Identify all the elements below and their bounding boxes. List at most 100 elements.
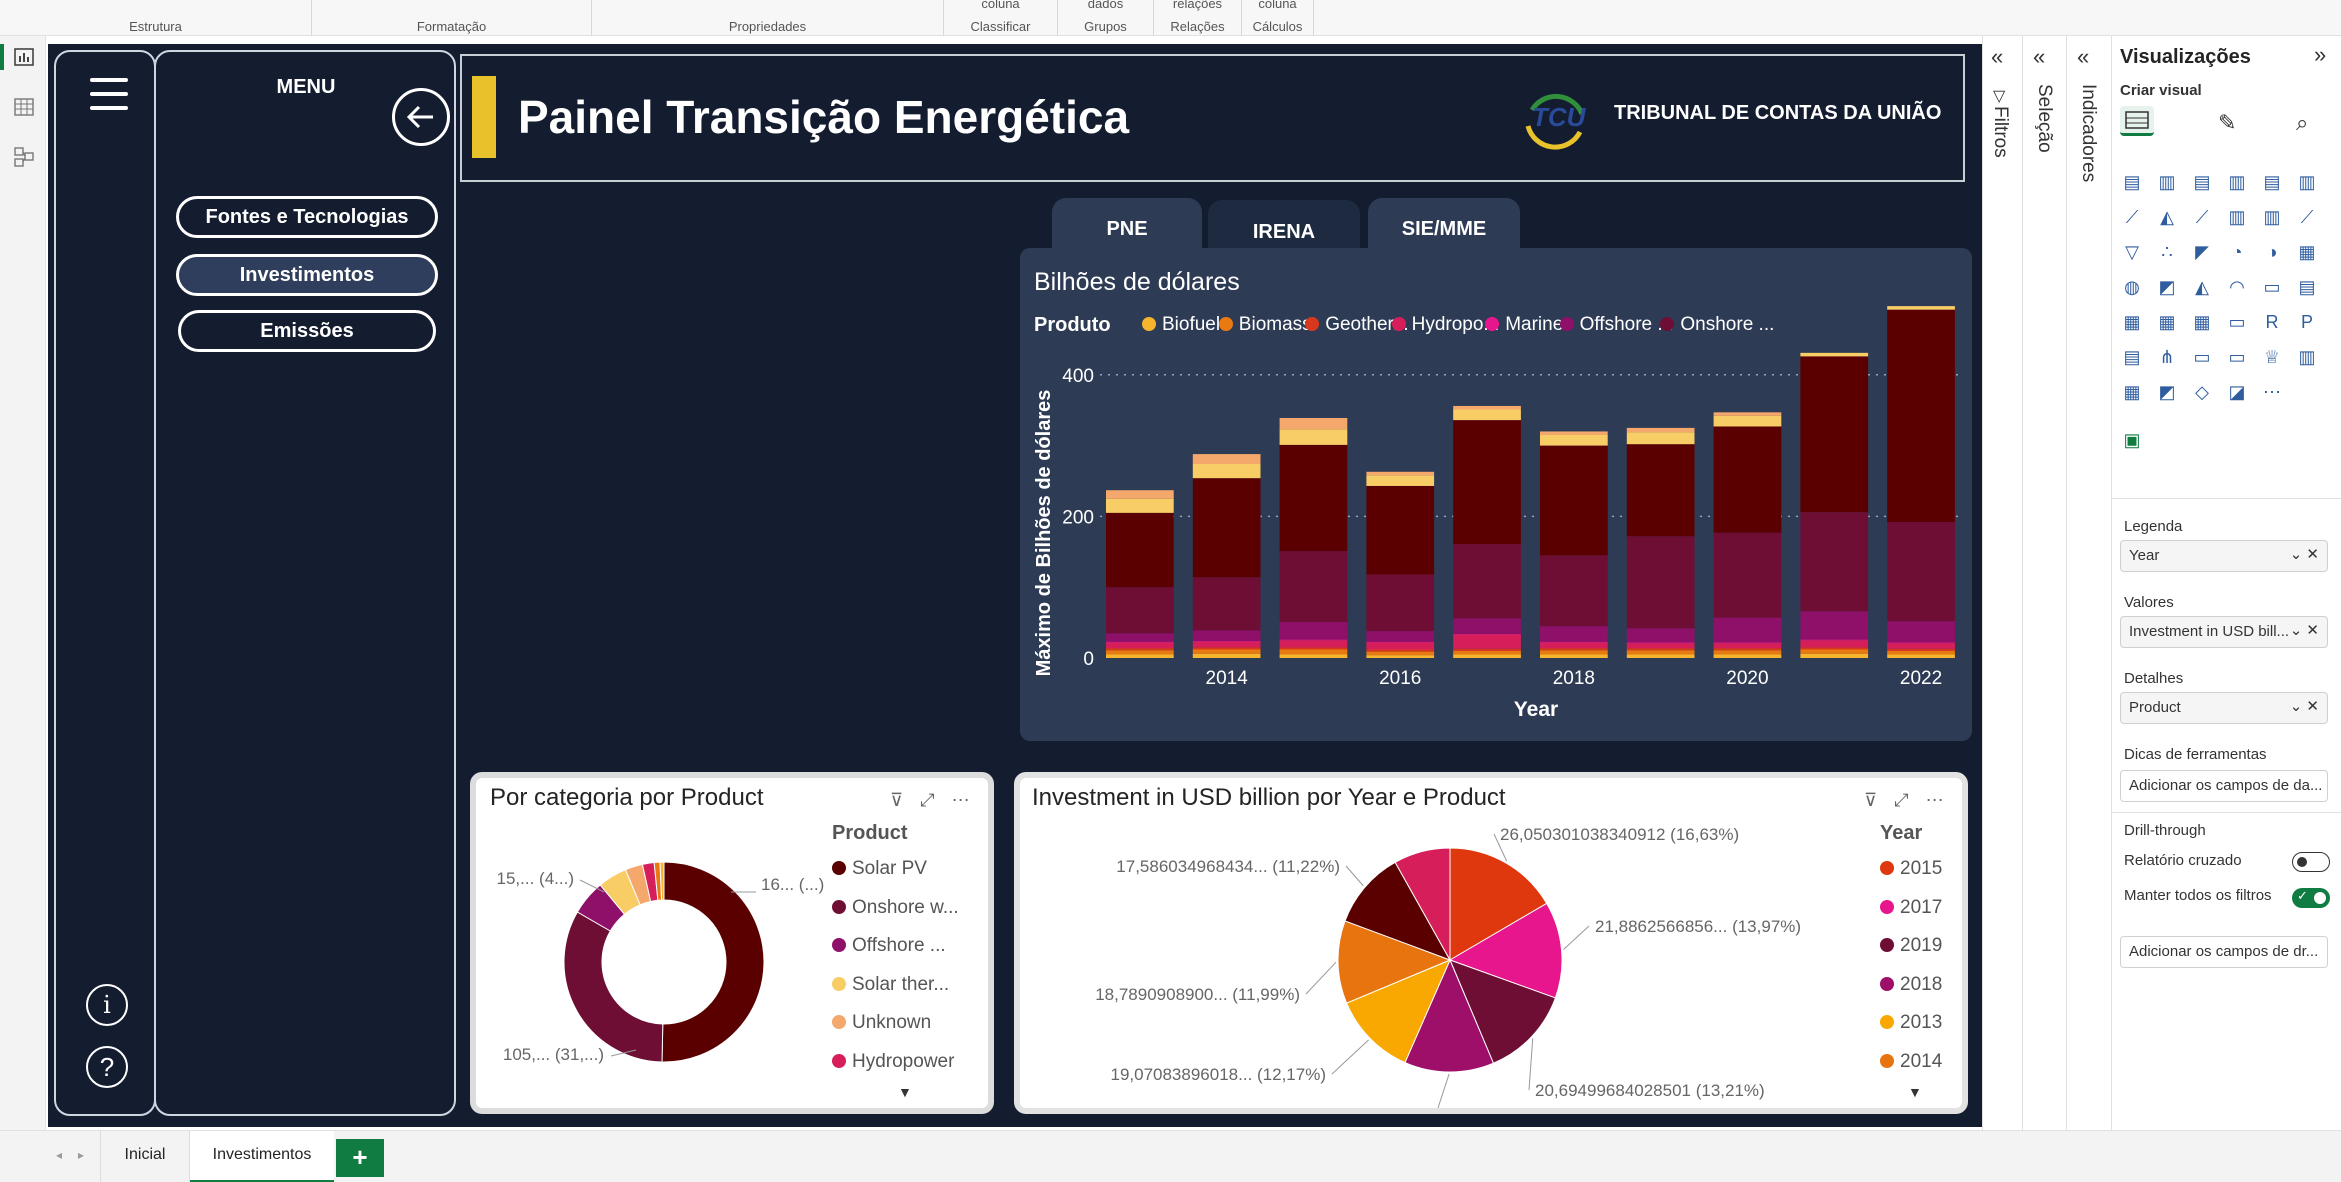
legend-scroll-down-icon[interactable]: ▼ xyxy=(1908,1084,1922,1100)
values-well[interactable]: Investment in USD bill... ⌄ ✕ xyxy=(2120,616,2328,648)
analytics-icon[interactable]: ⌕ xyxy=(2296,110,2308,136)
bar-segment[interactable] xyxy=(1192,647,1261,650)
more-options-icon[interactable]: ⋯ xyxy=(1926,790,1944,810)
selection-pane-collapsed[interactable]: « Seleção xyxy=(2022,36,2066,1130)
visual-type-icon[interactable]: ◇ xyxy=(2190,380,2214,404)
bar-segment[interactable] xyxy=(1713,642,1782,644)
bar-segment[interactable] xyxy=(1626,444,1695,537)
visual-type-icon[interactable]: ▥ xyxy=(2260,205,2284,229)
pie-card[interactable]: Investment in USD billion por Year e Pro… xyxy=(1014,772,1968,1114)
bar-segment[interactable] xyxy=(1540,642,1608,649)
bar-segment[interactable] xyxy=(1626,427,1695,433)
bar-segment[interactable] xyxy=(1366,655,1435,658)
bar-segment[interactable] xyxy=(1713,412,1782,416)
bar-segment[interactable] xyxy=(1453,405,1521,410)
chevron-remove-icon[interactable]: ⌄ ✕ xyxy=(2290,545,2319,563)
back-arrow-icon[interactable] xyxy=(392,88,450,146)
bar-segment[interactable] xyxy=(1713,654,1782,658)
bar-segment[interactable] xyxy=(1453,650,1521,655)
bar-segment[interactable] xyxy=(1192,641,1261,642)
details-well[interactable]: Product ⌄ ✕ xyxy=(2120,692,2328,724)
menu-item-emissoes[interactable]: Emissões xyxy=(178,310,436,352)
bookmarks-label[interactable]: Indicadores xyxy=(2077,84,2099,182)
bar-segment[interactable] xyxy=(1800,611,1869,640)
bar-segment[interactable] xyxy=(1887,642,1955,644)
bar-segment[interactable] xyxy=(1713,532,1782,618)
bar-segment[interactable] xyxy=(1192,641,1261,648)
bar-segment[interactable] xyxy=(1192,464,1261,479)
ribbon-group-grupos[interactable]: dados Grupos xyxy=(1058,0,1154,36)
visual-type-icon[interactable]: ▦ xyxy=(2120,380,2144,404)
bar-segment[interactable] xyxy=(1800,649,1869,654)
expand-bookmarks-icon[interactable]: « xyxy=(2077,44,2089,70)
bar-segment[interactable] xyxy=(1279,639,1348,641)
filters-label[interactable]: Filtros xyxy=(1989,106,2011,158)
bar-segment[interactable] xyxy=(1106,498,1174,513)
donut-card[interactable]: Por categoria por Product ⊽ ⤢ ⋯ 16... (.… xyxy=(470,772,994,1114)
bar-segment[interactable] xyxy=(1366,649,1435,652)
bar-segment[interactable] xyxy=(1713,617,1782,643)
visual-type-icon[interactable]: ◩ xyxy=(2155,275,2179,299)
bar-segment[interactable] xyxy=(1279,647,1348,650)
pie-legend-item[interactable]: 2017 xyxy=(1880,897,1942,919)
bar-segment[interactable] xyxy=(1453,409,1521,421)
add-page-button[interactable]: + xyxy=(336,1139,384,1177)
report-view-icon[interactable] xyxy=(12,46,36,70)
bar-segment[interactable] xyxy=(1366,651,1435,656)
bar-segment[interactable] xyxy=(1887,648,1955,651)
bar-segment[interactable] xyxy=(1366,641,1435,643)
bar-segment[interactable] xyxy=(1626,536,1695,629)
hamburger-icon[interactable] xyxy=(90,78,128,110)
donut-legend-item[interactable]: Onshore w... xyxy=(832,897,959,919)
bar-segment[interactable] xyxy=(1887,650,1955,655)
bar-segment[interactable] xyxy=(1800,647,1869,650)
visual-type-icon[interactable]: ◤ xyxy=(2190,240,2214,264)
bar-segment[interactable] xyxy=(1540,434,1608,446)
tooltips-well[interactable]: Adicionar os campos de da... xyxy=(2120,770,2328,802)
bar-segment[interactable] xyxy=(1800,639,1869,641)
filter-icon[interactable]: ⊽ xyxy=(890,790,903,810)
bar-segment[interactable] xyxy=(1279,654,1348,658)
bar-segment[interactable] xyxy=(1192,630,1261,642)
visual-type-icon[interactable]: ◑ xyxy=(2260,240,2284,264)
bar-segment[interactable] xyxy=(1279,444,1348,552)
visual-type-icon[interactable]: ▭ xyxy=(2225,310,2249,334)
bar-segment[interactable] xyxy=(1106,648,1174,651)
bar-segment[interactable] xyxy=(1713,648,1782,651)
bar-segment[interactable] xyxy=(1626,642,1695,644)
bar-segment[interactable] xyxy=(1366,475,1435,486)
bar-segment[interactable] xyxy=(1887,309,1955,523)
visual-type-icon[interactable]: ▤ xyxy=(2120,345,2144,369)
ribbon-top-label[interactable]: relações xyxy=(1154,0,1241,11)
visual-type-icon[interactable]: R xyxy=(2260,310,2284,334)
focus-mode-icon[interactable]: ⤢ xyxy=(1894,790,1908,810)
ribbon-group-relacoes[interactable]: relações Relações xyxy=(1154,0,1242,36)
visual-type-icon[interactable]: ▥ xyxy=(2225,205,2249,229)
bar-segment[interactable] xyxy=(1540,555,1608,627)
ribbon-group-calculos[interactable]: coluna Cálculos xyxy=(1242,0,1314,36)
bar-segment[interactable] xyxy=(1626,650,1695,655)
pie-legend-item[interactable]: 2013 xyxy=(1880,1012,1942,1034)
bar-segment[interactable] xyxy=(1800,352,1869,357)
main-chart-card[interactable]: Bilhões de dólares Produto Biofuels Bioma… xyxy=(1020,248,1972,741)
bar-segment[interactable] xyxy=(1453,420,1521,545)
visual-type-icon[interactable]: ◔ xyxy=(2225,240,2249,264)
pie-legend-item[interactable]: 2015 xyxy=(1880,858,1942,880)
visual-type-icon[interactable]: ▭ xyxy=(2225,345,2249,369)
visual-type-icon[interactable]: ⟋ xyxy=(2295,205,2319,229)
expand-filters-icon[interactable]: « xyxy=(1991,44,2003,70)
bar-segment[interactable] xyxy=(1887,522,1955,622)
ribbon-top-label[interactable]: coluna xyxy=(1242,0,1313,11)
pie-legend-item[interactable]: 2019 xyxy=(1880,935,1942,957)
donut-legend-item[interactable]: Unknown xyxy=(832,1012,931,1034)
bar-segment[interactable] xyxy=(1540,641,1608,643)
bar-segment[interactable] xyxy=(1106,641,1174,643)
visual-type-icon[interactable]: ▭ xyxy=(2190,345,2214,369)
bar-segment[interactable] xyxy=(1540,445,1608,556)
help-icon[interactable]: ? xyxy=(86,1046,128,1088)
bar-segment[interactable] xyxy=(1192,478,1261,578)
visual-type-icon[interactable]: ▥ xyxy=(2295,170,2319,194)
bar-segment[interactable] xyxy=(1713,426,1782,533)
visual-type-icon[interactable]: ◭ xyxy=(2155,205,2179,229)
bar-segment[interactable] xyxy=(1713,650,1782,655)
